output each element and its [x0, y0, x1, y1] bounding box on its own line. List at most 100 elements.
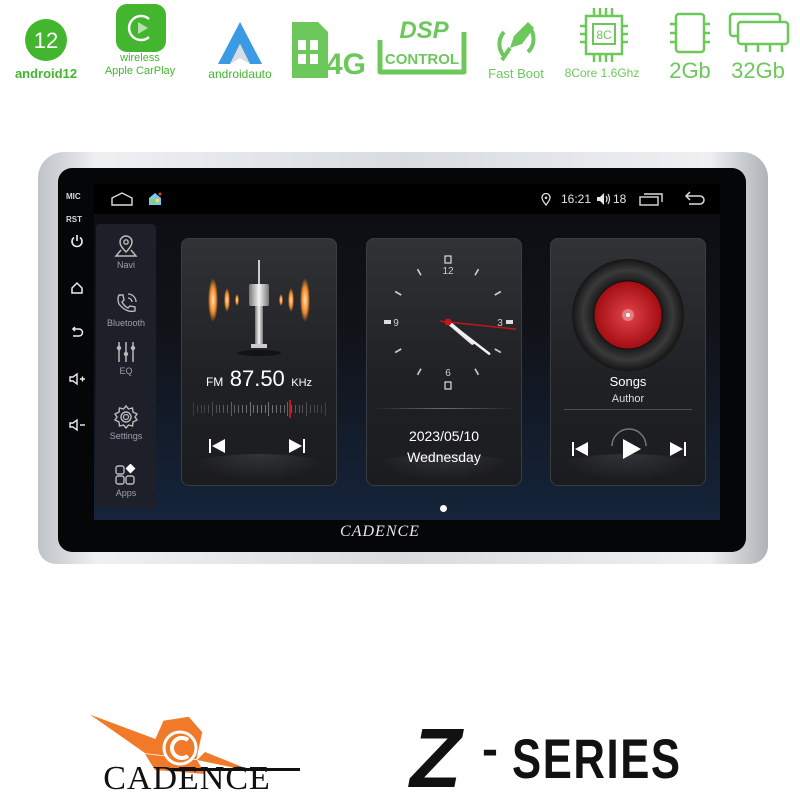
clock-tick: [416, 368, 422, 376]
clock-tick: [416, 268, 422, 276]
card-shine: [189, 454, 329, 480]
clock-divider: [374, 408, 514, 409]
tuner-tick: [272, 405, 274, 413]
tuner-tick: [260, 405, 262, 413]
badge-label-top: wireless: [120, 52, 160, 64]
launcher-icon[interactable]: [148, 192, 162, 206]
tuner-tick: [253, 405, 255, 413]
tuner-tick: [298, 405, 300, 413]
tuner-tick: [242, 405, 244, 413]
dock-item-bluetooth[interactable]: Bluetooth: [96, 292, 156, 328]
sim-4g-icon: 4G: [292, 22, 366, 80]
back-side-button[interactable]: [62, 326, 92, 343]
card-shine: [558, 454, 698, 480]
svg-text:8C: 8C: [596, 28, 612, 42]
svg-text:CONTROL: CONTROL: [385, 51, 459, 68]
tuner-tick: [306, 402, 308, 416]
radio-frequency: FM 87.50 KHz: [181, 366, 337, 392]
tuner-tick: [223, 405, 225, 413]
dock-item-apps[interactable]: Apps: [96, 464, 156, 498]
back-arrow-icon[interactable]: [683, 191, 707, 207]
android12-icon: 12: [25, 19, 67, 61]
tuner-tick: [193, 402, 194, 416]
clock-tick: [474, 368, 480, 376]
tuner-tick: [325, 402, 326, 416]
clock-numeral: 9: [393, 318, 399, 329]
tuner-tick: [264, 405, 266, 413]
badge-label: Apple CarPlay: [104, 65, 176, 77]
mic-label: MIC: [66, 192, 81, 201]
tuner-tick: [294, 405, 296, 413]
radio-widget[interactable]: FM 87.50 KHz: [181, 238, 337, 486]
next-station-icon[interactable]: [289, 438, 305, 454]
home-outline-icon[interactable]: [111, 192, 133, 206]
badge-label: 32Gb: [731, 58, 785, 83]
tuner-tick: [211, 402, 213, 416]
ram-chip-icon: [670, 12, 710, 54]
tuner-tick: [238, 405, 240, 413]
recent-apps-icon[interactable]: [639, 192, 663, 206]
music-widget[interactable]: Songs Author: [550, 238, 706, 486]
tuner-tick: [230, 402, 232, 416]
tuner-tick: [287, 402, 289, 416]
tuner-tick: [268, 402, 270, 416]
dock-label: Navi: [116, 260, 135, 270]
tuner-tick: [309, 405, 311, 413]
radio-tower-icon: [208, 260, 310, 356]
navi-pin-icon: [114, 235, 138, 257]
home-side-button[interactable]: [62, 281, 92, 298]
volume-up-icon: [69, 372, 85, 386]
clock-minute-hand: [446, 320, 491, 355]
bezel-brand-logo: CADENCE: [340, 523, 420, 540]
tuner-tick: [321, 405, 323, 413]
status-volume-level: 18: [613, 192, 627, 206]
clock-tick: [474, 268, 480, 276]
tuner-tick: [219, 405, 221, 413]
clock-widget[interactable]: 12369 2023/05/10 Wednesday: [366, 238, 522, 486]
badge-label: 8Core 1.6Ghz: [564, 66, 640, 80]
dock-item-eq[interactable]: EQ: [96, 340, 156, 376]
next-track-icon[interactable]: [670, 441, 686, 457]
z-series-dash: -: [482, 723, 498, 776]
badge-label: android12: [14, 66, 78, 81]
reset-label[interactable]: RST: [66, 215, 82, 224]
fast-boot-rocket-icon: [497, 22, 536, 62]
clock-numeral: 6: [445, 368, 451, 379]
home-icon: [71, 281, 83, 294]
analog-clock: 12369: [384, 255, 517, 390]
page-indicator-dot[interactable]: [440, 505, 447, 512]
clock-marker: [444, 381, 452, 390]
radio-unit: KHz: [291, 377, 313, 389]
tuner-tick: [204, 405, 206, 413]
tuner-tick: [283, 405, 285, 413]
settings-gear-icon: [113, 405, 139, 429]
clock-marker: [444, 255, 452, 264]
tuner-scale[interactable]: [193, 400, 326, 418]
tuner-tick: [317, 405, 319, 413]
tuner-marker[interactable]: [289, 400, 292, 418]
cpu-chip-icon: 8C: [580, 8, 628, 62]
volume-icon[interactable]: [596, 192, 612, 206]
volume-up-button[interactable]: [62, 372, 92, 389]
dock-label: Bluetooth: [106, 318, 146, 328]
volume-down-button[interactable]: [62, 418, 92, 435]
tuner-tick: [279, 405, 281, 413]
previous-track-icon[interactable]: [572, 441, 588, 457]
song-title: Songs: [609, 374, 647, 389]
dock-item-navi[interactable]: Navi: [96, 234, 156, 270]
power-icon: [71, 235, 83, 248]
song-artist: Author: [611, 393, 645, 405]
cadence-logo-underline: [170, 768, 300, 771]
tuner-tick: [313, 405, 315, 413]
apps-grid-icon: [115, 464, 136, 485]
carplay-icon: [116, 4, 166, 52]
radio-frequency-value: 87.50: [229, 366, 285, 391]
previous-station-icon[interactable]: [209, 438, 225, 454]
clock-marker: [506, 320, 513, 324]
radio-band: FM: [205, 375, 224, 389]
clock-marker: [384, 320, 391, 324]
dock-item-settings[interactable]: Settings: [96, 405, 156, 441]
power-button[interactable]: [62, 234, 92, 251]
storage-icon: [728, 12, 790, 52]
tuner-tick: [215, 405, 217, 413]
